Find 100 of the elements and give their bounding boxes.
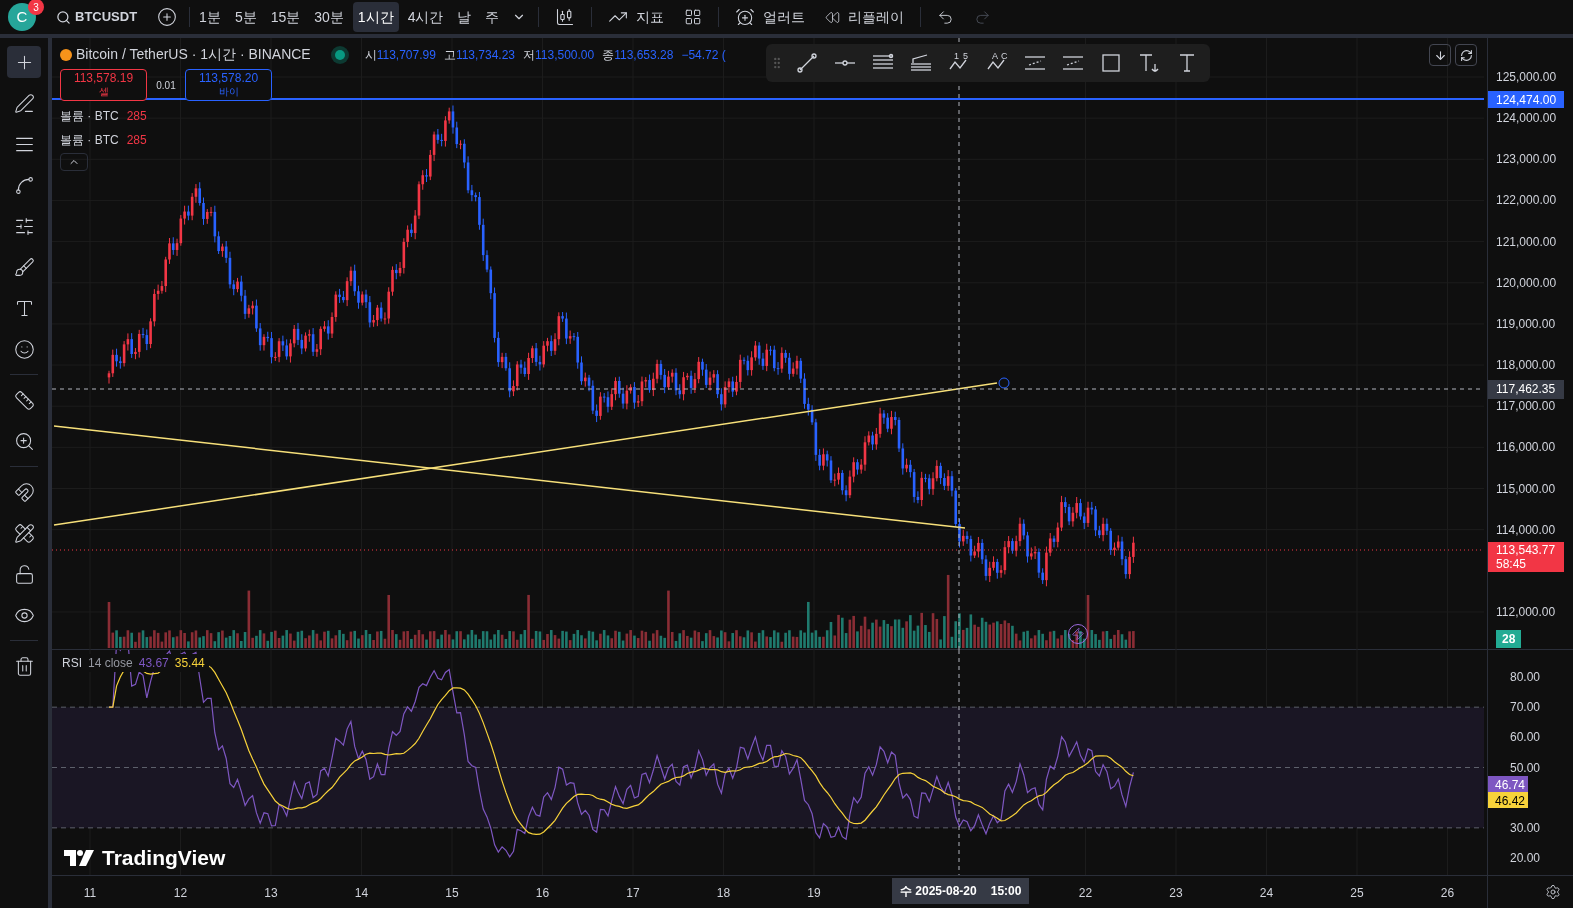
time-tick: 19 — [807, 885, 821, 902]
rsi-name: RSI — [62, 655, 82, 672]
lock-open-icon — [13, 563, 35, 585]
zoom-in-icon — [13, 430, 35, 452]
price-tick: 118,000.00 — [1496, 357, 1556, 375]
price-tick: 123,000.00 — [1496, 151, 1557, 169]
watermark-text: TradingView — [102, 845, 226, 871]
alarm-clock-icon — [735, 7, 756, 27]
interval-tab[interactable]: 날 — [452, 2, 477, 32]
volume-legend-value: 285 — [126, 132, 147, 149]
drawing-tool-button[interactable]: 1 5 — [940, 47, 978, 79]
time-tick: 26 — [1440, 885, 1455, 902]
undo-icon[interactable] — [937, 8, 955, 26]
rsi-tick: 20.00 — [1510, 850, 1541, 867]
layout-grid-icon[interactable] — [684, 8, 703, 26]
price-tick: 114,000.00 — [1496, 521, 1556, 539]
time-tick: 14 — [354, 885, 369, 902]
interval-tab[interactable]: 1시간 — [352, 2, 399, 32]
ohlc-label: 저 — [523, 46, 536, 64]
rsi-axis-label: 46.74 — [1488, 776, 1528, 792]
price-tick: 120,000.00 — [1496, 274, 1557, 292]
price-tick: 125,000.00 — [1496, 69, 1557, 86]
time-tick: 23 — [1169, 885, 1183, 902]
alerts-button[interactable]: 얼러트 — [727, 6, 814, 28]
symbol-title[interactable]: Bitcoin / TetherUS · 1시간 · BINANCE — [76, 44, 311, 65]
crosshair-time-label: 수 2025-08-20 15:00 — [892, 878, 1030, 904]
add-symbol-icon[interactable] — [157, 7, 178, 27]
trend-tool-icon — [795, 51, 819, 75]
last-price-label: 113,543.77 58:45 — [1488, 542, 1564, 572]
time-tick: 15 — [445, 885, 459, 902]
sell-button[interactable]: 113,578.19 셀 — [60, 69, 147, 101]
pencil-ruler-icon — [13, 522, 35, 544]
time-tick: 12 — [173, 885, 188, 902]
ohlc-value: 113,707.99 — [376, 46, 436, 64]
interval-tab[interactable]: 주 — [480, 2, 505, 32]
symbol-search-button[interactable]: BTCUSDT — [48, 7, 146, 27]
settings-icon[interactable] — [1545, 884, 1561, 900]
rsi-tick: 60.00 — [1510, 729, 1541, 747]
interval-tab[interactable]: 1분 — [194, 2, 226, 32]
notification-count: 3 — [28, 0, 44, 15]
time-tick: 18 — [716, 885, 731, 902]
rsi-average-axis-label: 46.42 — [1488, 792, 1528, 808]
refresh-button[interactable] — [1455, 44, 1477, 66]
price-tick: 112,000.00 — [1496, 603, 1556, 621]
candlestick-icon[interactable] — [555, 7, 576, 27]
smile-icon — [13, 338, 35, 360]
magnet-icon — [13, 481, 35, 503]
rect-tool-icon — [1099, 51, 1123, 75]
rsi-params: 14 close — [88, 655, 133, 672]
volume-legend-label: 볼륨 · BTC — [60, 132, 119, 149]
bitcoin-logo-icon — [60, 48, 72, 61]
time-tick: 16 — [535, 885, 550, 902]
interval-tab[interactable]: 5분 — [229, 2, 262, 32]
time-tick: 24 — [1259, 885, 1274, 902]
ohlc-label: 시 — [364, 46, 377, 64]
search-icon — [56, 9, 71, 25]
rsi-tick: 30.00 — [1510, 819, 1541, 837]
ohlc-value: 113,653.28 — [614, 46, 674, 64]
rsi-tick: 80.00 — [1510, 669, 1541, 686]
price-tick: 121,000.00 — [1496, 233, 1557, 251]
price-tick: 117,000.00 — [1496, 398, 1556, 416]
volume-legend-value: 285 — [126, 108, 147, 125]
drawing-tool-button[interactable]: A C — [978, 47, 1016, 79]
spread-value: 0.01 — [155, 78, 177, 93]
collapse-button[interactable] — [60, 153, 88, 171]
price-tick: 115,000.00 — [1496, 480, 1556, 498]
replay-button[interactable]: 리플레이 — [817, 6, 913, 28]
trend-line[interactable] — [53, 382, 998, 526]
price-tick: 119,000.00 — [1496, 315, 1556, 333]
time-tick: 22 — [1078, 885, 1093, 902]
brush-icon — [13, 256, 35, 278]
buy-button[interactable]: 113,578.20 바이 — [185, 69, 272, 101]
interval-tab[interactable]: 4시간 — [402, 2, 449, 32]
line-handle[interactable] — [998, 377, 1010, 389]
pen-line-icon — [13, 92, 35, 114]
refresh-icon — [1459, 48, 1473, 62]
sliders-icon — [13, 215, 35, 237]
ohlc-value: 113,734.23 — [455, 46, 516, 64]
interval-tab[interactable]: 15분 — [265, 2, 306, 32]
indicators-button[interactable]: 지표 — [600, 6, 673, 28]
anchor-tool-icon — [1137, 51, 1161, 75]
arrow-down-icon — [1433, 48, 1447, 62]
tool-button[interactable] — [7, 46, 41, 78]
rewind-icon — [825, 9, 841, 25]
price-tick: 122,000.00 — [1496, 192, 1557, 210]
time-tick: 17 — [626, 885, 640, 902]
trash-icon — [13, 655, 35, 677]
change-value: −54.72 ( — [681, 46, 726, 64]
interval-tab[interactable]: 30분 — [309, 2, 349, 32]
ruler-icon — [13, 389, 35, 411]
line-price-label: 124,474.00 — [1488, 91, 1564, 108]
price-tick: 116,000.00 — [1496, 439, 1556, 457]
volume-legend-label: 볼륨 · BTC — [60, 108, 119, 125]
ohlc-label: 종 — [602, 46, 615, 64]
scroll-down-button[interactable] — [1429, 44, 1451, 66]
rsi-value: 43.67 — [138, 655, 169, 672]
rsi-average-value: 35.44 — [174, 655, 205, 672]
rsi-tick: 70.00 — [1510, 699, 1541, 717]
crosshair-price-label: 117,462.35 — [1488, 380, 1564, 399]
trend-line[interactable] — [53, 425, 966, 529]
